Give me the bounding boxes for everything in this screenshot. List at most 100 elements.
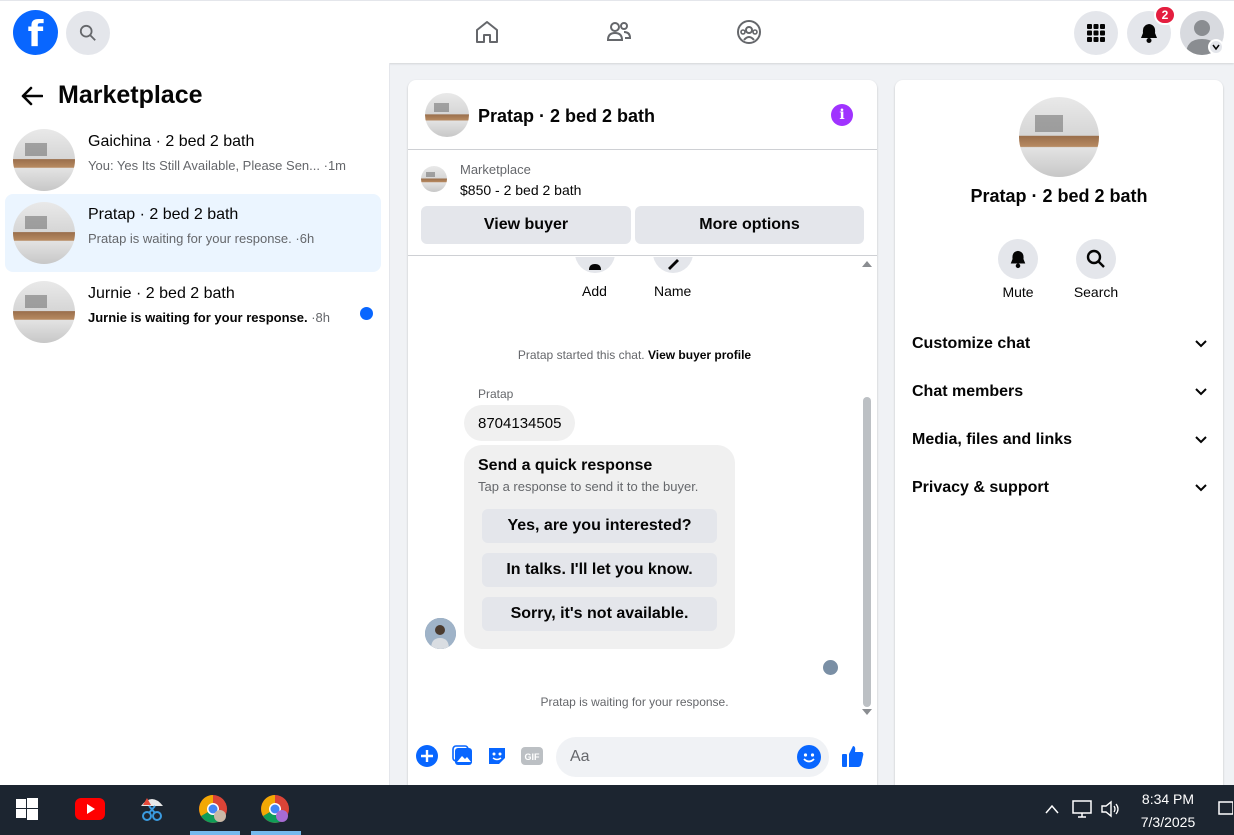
- conversation-preview: Jurnie is waiting for your response. ·8h: [88, 310, 331, 325]
- section-label: Media, files and links: [912, 431, 1073, 448]
- active-window-indicator: [251, 831, 301, 835]
- back-button[interactable]: [18, 82, 46, 110]
- unread-indicator: [360, 307, 373, 320]
- more-actions-button[interactable]: [415, 744, 439, 768]
- add-person-button[interactable]: [575, 257, 615, 273]
- listing-thumbnail: [13, 202, 75, 264]
- chevron-down-icon: [1195, 436, 1207, 444]
- show-hidden-icons-button[interactable]: [1036, 793, 1068, 825]
- view-buyer-profile-link[interactable]: View buyer profile: [648, 348, 751, 362]
- scrollbar-thumb[interactable]: [863, 397, 871, 707]
- clock-date[interactable]: 7/3/2025: [1128, 814, 1208, 830]
- gif-button[interactable]: GIF: [520, 744, 544, 768]
- message-thread: Add Name Pratap started this chat. View …: [408, 257, 877, 727]
- chat-info-name: Pratap · 2 bed 2 bath: [970, 186, 1148, 206]
- account-menu-caret[interactable]: [1208, 39, 1224, 55]
- chevron-up-icon: [1045, 804, 1059, 814]
- chat-title[interactable]: Pratap · 2 bed 2 bath: [478, 106, 655, 127]
- volume-button[interactable]: [1095, 793, 1127, 825]
- quick-response-subtitle: Tap a response to send it to the buyer.: [478, 479, 699, 494]
- waiting-notice: Pratap is waiting for your response.: [540, 695, 729, 709]
- listing-thumbnail: [1019, 97, 1099, 177]
- listing-price[interactable]: $850 - 2 bed 2 bath: [460, 182, 581, 198]
- groups-nav-button[interactable]: [732, 15, 766, 49]
- listing-thumbnail: [421, 166, 447, 192]
- chrome-profile-taskbar-button[interactable]: [259, 793, 291, 825]
- sticker-icon: [489, 748, 505, 764]
- conversation-item[interactable]: Gaichina · 2 bed 2 bath You: Yes Its Sti…: [5, 121, 381, 199]
- quick-response-button[interactable]: Sorry, it's not available.: [482, 597, 717, 631]
- info-icon[interactable]: i: [831, 104, 853, 126]
- more-options-button[interactable]: More options: [635, 206, 864, 244]
- back-arrow-icon: [21, 86, 43, 105]
- svg-text:GIF: GIF: [525, 752, 541, 762]
- gif-icon: GIF: [521, 747, 543, 765]
- network-button[interactable]: [1066, 793, 1098, 825]
- plus-circle-icon: [416, 745, 438, 767]
- scroll-up-arrow-icon: [862, 261, 872, 267]
- section-label: Chat members: [912, 383, 1024, 400]
- name-label: Name: [654, 283, 692, 299]
- home-nav-button[interactable]: [470, 15, 504, 49]
- quick-response-button[interactable]: In talks. I'll let you know.: [482, 553, 717, 587]
- search-icon: [1086, 249, 1105, 268]
- conversation-item[interactable]: Pratap · 2 bed 2 bath Pratap is waiting …: [5, 194, 381, 272]
- view-buyer-button[interactable]: View buyer: [421, 206, 631, 244]
- smiley-icon: [803, 753, 815, 763]
- search-in-chat-button[interactable]: [1076, 239, 1116, 279]
- mute-button[interactable]: [998, 239, 1038, 279]
- bell-icon: [1010, 250, 1026, 269]
- like-button[interactable]: [840, 743, 866, 769]
- notification-count-badge: 2: [1154, 5, 1176, 25]
- chevron-down-icon: [1195, 388, 1207, 396]
- mute-label: Mute: [1002, 284, 1034, 300]
- sidebar-header: Marketplace: [18, 81, 203, 110]
- chat-window: Pratap · 2 bed 2 bath i Marketplace $850…: [408, 80, 877, 785]
- thumbs-up-icon: [842, 746, 864, 767]
- attach-photo-button[interactable]: [451, 744, 475, 768]
- photo-icon: [452, 745, 472, 765]
- section-label: Privacy & support: [912, 479, 1049, 496]
- conversation-item[interactable]: Jurnie · 2 bed 2 bath Jurnie is waiting …: [5, 273, 381, 351]
- conversation-name: Pratap · 2 bed 2 bath: [88, 206, 239, 223]
- menu-button[interactable]: [1074, 11, 1118, 55]
- chat-header: Pratap · 2 bed 2 bath i: [408, 80, 877, 150]
- quick-response-title: Send a quick response: [478, 457, 653, 474]
- notification-center-button[interactable]: [1216, 793, 1234, 825]
- start-button[interactable]: [11, 793, 43, 825]
- message-input[interactable]: [556, 737, 829, 777]
- seen-indicator-avatar: [823, 660, 838, 675]
- network-icon: [1072, 800, 1092, 818]
- conversation-preview: Pratap is waiting for your response. ·6h: [88, 231, 315, 246]
- message-bubble: 8704134505: [464, 405, 576, 441]
- search-icon: [79, 24, 96, 41]
- snipping-tool-taskbar-button[interactable]: [136, 793, 168, 825]
- customize-chat-section[interactable]: Customize chat: [912, 329, 1208, 359]
- chat-members-section[interactable]: Chat members: [912, 377, 1208, 407]
- conversation-preview: You: Yes Its Still Available, Please Sen…: [88, 158, 346, 173]
- chevron-down-icon: [1212, 44, 1220, 51]
- name-chat-button[interactable]: [653, 257, 693, 273]
- quick-response-button[interactable]: Yes, are you interested?: [482, 509, 717, 543]
- listing-thumbnail: [13, 129, 75, 191]
- bell-icon: [1141, 24, 1157, 43]
- chevron-down-icon: [1195, 340, 1207, 348]
- privacy-support-section[interactable]: Privacy & support: [912, 473, 1208, 503]
- active-window-indicator: [190, 831, 240, 835]
- listing-thumbnail[interactable]: [425, 93, 469, 137]
- add-person-icon: [589, 264, 601, 270]
- chrome-taskbar-button[interactable]: [197, 793, 229, 825]
- listing-summary: Marketplace $850 - 2 bed 2 bath View buy…: [408, 151, 877, 256]
- media-files-links-section[interactable]: Media, files and links: [912, 425, 1208, 455]
- message-scrollbar[interactable]: [860, 257, 873, 719]
- youtube-taskbar-button[interactable]: [74, 793, 106, 825]
- search-button[interactable]: [66, 11, 110, 55]
- facebook-logo-letter: f: [27, 14, 44, 55]
- home-icon: [476, 21, 498, 43]
- sticker-button[interactable]: [485, 744, 509, 768]
- friends-nav-button[interactable]: [602, 15, 636, 49]
- message-composer: GIF: [408, 735, 877, 779]
- facebook-logo[interactable]: f: [13, 10, 58, 55]
- emoji-button[interactable]: [797, 745, 821, 769]
- clock-time[interactable]: 8:34 PM: [1128, 791, 1208, 807]
